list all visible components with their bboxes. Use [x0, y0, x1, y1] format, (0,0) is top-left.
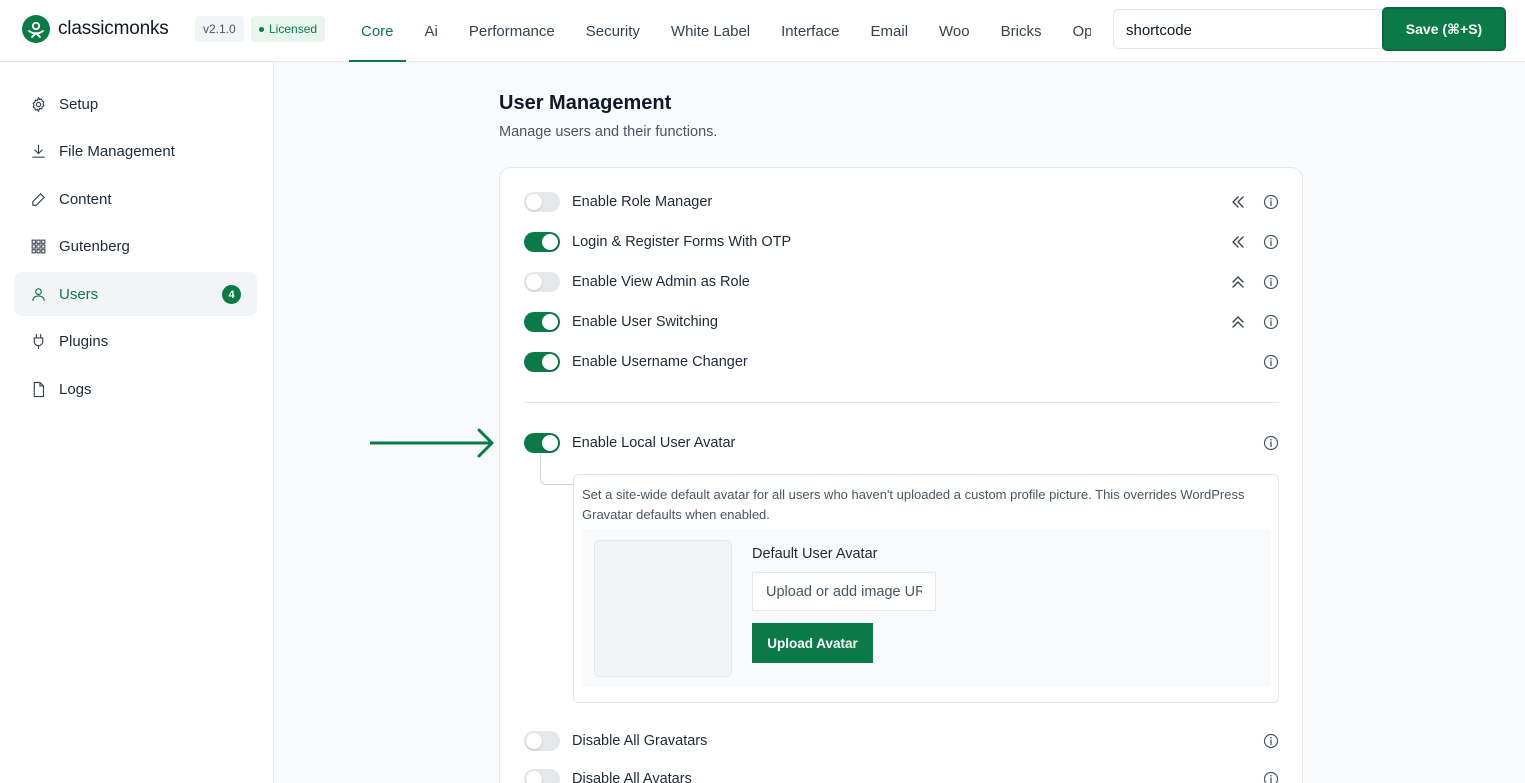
sidebar-item-content[interactable]: Content	[14, 177, 257, 221]
tab-woo[interactable]: Woo	[927, 0, 982, 62]
avatar-field-label: Default User Avatar	[752, 546, 878, 562]
setting-label: Enable View Admin as Role	[572, 274, 750, 290]
chevrons-up-icon[interactable]	[1229, 313, 1247, 331]
upload-avatar-button[interactable]: Upload Avatar	[752, 623, 873, 663]
tab-performance[interactable]: Performance	[457, 0, 567, 62]
sidebar-item-file-management[interactable]: File Management	[14, 129, 257, 173]
arrow-right-icon	[370, 428, 494, 458]
sidebar-item-gutenberg[interactable]: Gutenberg	[14, 224, 257, 268]
setting-label: Disable All Avatars	[572, 771, 692, 783]
tab-interface[interactable]: Interface	[769, 0, 851, 62]
avatar-url-input[interactable]	[752, 572, 936, 611]
monk-logo-icon	[22, 15, 50, 43]
info-icon[interactable]	[1263, 194, 1279, 210]
info-icon[interactable]	[1263, 771, 1279, 783]
user-switching-toggle[interactable]	[524, 312, 560, 332]
sidebar-item-label: Plugins	[59, 332, 109, 350]
setting-label: Enable Username Changer	[572, 354, 748, 370]
tree-connector	[540, 454, 573, 485]
grid-icon	[29, 237, 47, 255]
setting-disable-avatars: Disable All Avatars	[524, 767, 1279, 783]
brand-logo[interactable]: classicmonks	[22, 15, 169, 43]
count-badge: 4	[222, 285, 241, 304]
sidebar-item-users[interactable]: Users 4	[14, 272, 257, 316]
top-bar: classicmonks v2.1.0 Licensed Core Ai Per…	[0, 0, 1525, 62]
local-avatar-toggle[interactable]	[524, 433, 560, 453]
sidebar-item-logs[interactable]: Logs	[14, 367, 257, 411]
search-panel: Save (⌘+S)	[1092, 0, 1525, 61]
sidebar: Setup File Management Content Gutenberg …	[0, 62, 274, 783]
save-button[interactable]: Save (⌘+S)	[1382, 7, 1506, 51]
sidebar-item-label: File Management	[59, 142, 175, 160]
setting-label: Enable Local User Avatar	[572, 435, 736, 451]
user-icon	[29, 285, 47, 303]
chevrons-left-icon[interactable]	[1229, 233, 1247, 251]
setting-label: Enable Role Manager	[572, 194, 713, 210]
avatar-field-group: Default User Avatar Upload Avatar	[582, 529, 1271, 687]
setting-label: Disable All Gravatars	[572, 733, 708, 749]
license-badge: Licensed	[251, 16, 326, 42]
view-admin-toggle[interactable]	[524, 272, 560, 292]
avatar-settings-panel: Set a site-wide default avatar for all u…	[573, 474, 1279, 703]
sidebar-item-setup[interactable]: Setup	[14, 82, 257, 126]
setting-view-admin-as-role: Enable View Admin as Role	[524, 270, 1279, 294]
info-icon[interactable]	[1263, 314, 1279, 330]
tab-email[interactable]: Email	[859, 0, 921, 62]
disable-avatars-toggle[interactable]	[524, 769, 560, 783]
search-input[interactable]	[1126, 19, 1426, 41]
setting-username-changer: Enable Username Changer	[524, 350, 1279, 374]
license-label: Licensed	[269, 22, 318, 36]
sidebar-item-label: Logs	[59, 380, 92, 398]
section-divider	[524, 402, 1279, 403]
tab-white-label[interactable]: White Label	[659, 0, 762, 62]
chevrons-up-icon[interactable]	[1229, 273, 1247, 291]
otp-forms-toggle[interactable]	[524, 232, 560, 252]
file-icon	[29, 380, 47, 398]
role-manager-toggle[interactable]	[524, 192, 560, 212]
tab-bricks[interactable]: Bricks	[989, 0, 1054, 62]
version-badge: v2.1.0	[195, 16, 244, 42]
tab-ai[interactable]: Ai	[413, 0, 450, 62]
tab-security[interactable]: Security	[574, 0, 652, 62]
sidebar-item-label: Setup	[59, 95, 99, 113]
setting-disable-gravatars: Disable All Gravatars	[524, 729, 1279, 753]
tab-core[interactable]: Core	[349, 0, 406, 62]
status-dot-icon	[259, 26, 264, 32]
disable-gravatars-toggle[interactable]	[524, 731, 560, 751]
setting-label: Enable User Switching	[572, 314, 718, 330]
info-icon[interactable]	[1263, 234, 1279, 250]
username-changer-toggle[interactable]	[524, 352, 560, 372]
info-icon[interactable]	[1263, 435, 1279, 451]
sidebar-item-label: Users	[59, 285, 99, 303]
page-title: User Management	[499, 92, 672, 114]
gear-icon	[29, 95, 47, 113]
main-nav: Core Ai Performance Security White Label…	[349, 0, 1091, 62]
avatar-description: Set a site-wide default avatar for all u…	[582, 487, 1245, 522]
brand-name: classicmonks	[58, 18, 169, 39]
sidebar-item-plugins[interactable]: Plugins	[14, 319, 257, 363]
setting-otp-forms: Login & Register Forms With OTP	[524, 230, 1279, 254]
sidebar-item-label: Content	[59, 190, 112, 208]
info-icon[interactable]	[1263, 733, 1279, 749]
info-icon[interactable]	[1263, 274, 1279, 290]
settings-card: Enable Role Manager Login & Register For…	[499, 167, 1303, 783]
download-icon	[29, 142, 47, 160]
page-subtitle: Manage users and their functions.	[499, 124, 718, 140]
chevrons-left-icon[interactable]	[1229, 193, 1247, 211]
setting-label: Login & Register Forms With OTP	[572, 234, 792, 250]
setting-local-user-avatar: Enable Local User Avatar	[524, 431, 1279, 455]
sidebar-item-label: Gutenberg	[59, 237, 130, 255]
plug-icon	[29, 332, 47, 350]
setting-role-manager: Enable Role Manager	[524, 190, 1279, 214]
info-icon[interactable]	[1263, 354, 1279, 370]
setting-user-switching: Enable User Switching	[524, 310, 1279, 334]
avatar-preview	[594, 540, 732, 677]
tab-options[interactable]: Options	[1060, 0, 1091, 62]
edit-icon	[29, 190, 47, 208]
